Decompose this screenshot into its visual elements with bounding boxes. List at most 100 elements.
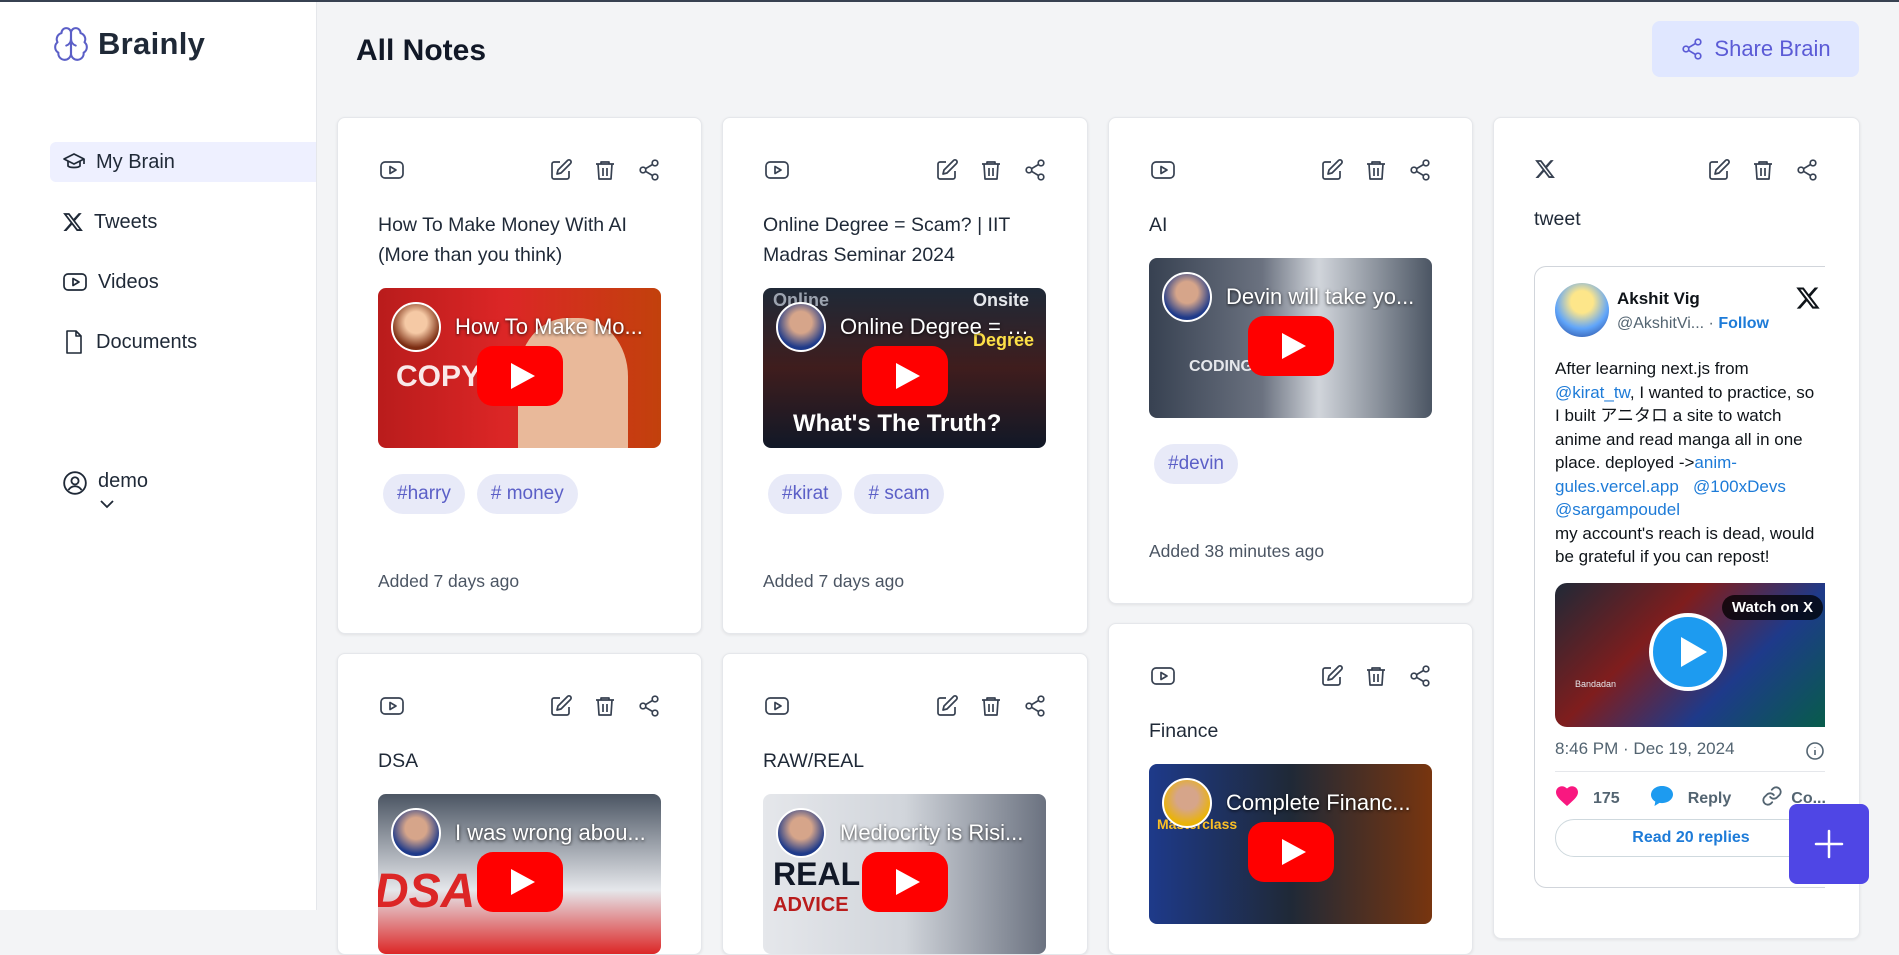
like-count: 175 (1593, 789, 1620, 807)
play-icon[interactable] (476, 852, 563, 912)
video-title: Online Degree = S... (840, 314, 1036, 339)
x-logo-icon[interactable] (1795, 285, 1821, 316)
share-icon[interactable] (637, 158, 661, 182)
edit-icon[interactable] (935, 158, 959, 182)
youtube-embed[interactable]: DSA I was wrong abou... (378, 794, 661, 954)
channel-avatar (776, 302, 826, 352)
share-icon[interactable] (1795, 158, 1819, 182)
play-icon[interactable] (861, 346, 948, 406)
play-icon[interactable] (476, 346, 563, 406)
share-icon[interactable] (637, 694, 661, 718)
share-icon[interactable] (1408, 158, 1432, 182)
tweet-author-name[interactable]: Akshit Vig (1617, 289, 1700, 309)
video-title: Devin will take yo... (1226, 284, 1415, 309)
tweet-author-handle[interactable]: @AkshitVi... (1617, 315, 1704, 332)
trash-icon[interactable] (1751, 158, 1775, 182)
follow-link[interactable]: Follow (1718, 315, 1769, 332)
youtube-embed[interactable]: Online Onsite Degree What's The Truth? O… (763, 288, 1046, 448)
share-icon[interactable] (1023, 694, 1047, 718)
sidebar-item-my-brain[interactable]: My Brain (50, 142, 316, 182)
note-card: How To Make Money With AI (More than you… (337, 117, 702, 634)
tag-list: #harry # money (383, 474, 578, 514)
card-title: RAW/REAL (763, 750, 865, 772)
play-icon[interactable] (1247, 316, 1334, 376)
play-icon[interactable] (1649, 613, 1727, 691)
added-timestamp: Added 38 minutes ago (1149, 541, 1325, 561)
info-icon[interactable] (1805, 741, 1825, 766)
tag[interactable]: #kirat (768, 474, 843, 514)
trash-icon[interactable] (593, 694, 617, 718)
edit-icon[interactable] (1707, 158, 1731, 182)
read-replies-button[interactable]: Read 20 replies (1555, 819, 1825, 857)
tag[interactable]: # money (476, 474, 578, 514)
plus-icon (1814, 829, 1844, 859)
sidebar: Brainly My Brain Tweets Videos Documents… (0, 2, 317, 910)
app-name: Brainly (98, 26, 206, 61)
sidebar-item-documents[interactable]: Documents (50, 322, 316, 362)
note-card: Finance Masterclass Complete Financ... (1108, 623, 1473, 955)
edit-icon[interactable] (1320, 158, 1344, 182)
tweet-actions: 175 Reply Co... (1555, 785, 1825, 812)
sidebar-item-tweets[interactable]: Tweets (50, 202, 316, 242)
add-content-button[interactable] (1789, 804, 1869, 884)
link-icon[interactable] (1761, 785, 1783, 812)
youtube-icon (1149, 158, 1177, 187)
share-brain-button[interactable]: Share Brain (1652, 21, 1859, 77)
youtube-embed[interactable]: REAL ADVICE Mediocrity is Risi... (763, 794, 1046, 954)
video-overlay-text: Onsite (973, 290, 1030, 310)
edit-icon[interactable] (549, 158, 573, 182)
sidebar-item-label: Tweets (94, 210, 158, 233)
tag[interactable]: # scam (854, 474, 944, 514)
share-icon[interactable] (1023, 158, 1047, 182)
mention-link[interactable]: @sargampoudel (1555, 500, 1680, 519)
tweet-text-segment: my account's reach is dead, would be gra… (1555, 523, 1815, 567)
edit-icon[interactable] (935, 694, 959, 718)
tag[interactable]: #devin (1154, 444, 1238, 484)
edit-icon[interactable] (1320, 664, 1344, 688)
mention-link[interactable]: @kirat_tw (1555, 383, 1630, 402)
channel-avatar (391, 808, 441, 858)
youtube-embed[interactable]: CODING Devin will take yo... (1149, 258, 1432, 418)
tweet-media[interactable]: Bandadan Watch on X (1555, 583, 1825, 727)
card-title: Online Degree = Scam? | IIT Madras Semin… (763, 214, 1010, 266)
trash-icon[interactable] (1364, 664, 1388, 688)
youtube-icon (378, 694, 406, 723)
youtube-embed[interactable]: Masterclass Complete Financ... (1149, 764, 1432, 924)
trash-icon[interactable] (593, 158, 617, 182)
trash-icon[interactable] (979, 694, 1003, 718)
tag-list: #kirat # scam (768, 474, 944, 514)
separator-dot: · (1708, 315, 1719, 332)
share-brain-label: Share Brain (1714, 36, 1831, 61)
watch-on-x-badge[interactable]: Watch on X (1721, 595, 1823, 620)
tag[interactable]: #harry (383, 474, 465, 514)
card-title: AI (1149, 214, 1168, 236)
user-menu[interactable]: demo (62, 470, 148, 511)
mention-link[interactable]: @100xDevs (1693, 477, 1786, 496)
sidebar-item-videos[interactable]: Videos (50, 262, 316, 302)
page-title: All Notes (356, 34, 487, 67)
video-title: Complete Financ... (1226, 790, 1411, 815)
tweet-author-avatar[interactable] (1555, 283, 1609, 337)
app-logo[interactable]: Brainly (52, 24, 205, 64)
divider (1555, 771, 1825, 772)
youtube-embed[interactable]: COPY How To Make Mo... (378, 288, 661, 448)
trash-icon[interactable] (979, 158, 1003, 182)
embedded-tweet[interactable]: Akshit Vig @AkshitVi... · Follow After l… (1534, 266, 1825, 888)
play-icon[interactable] (861, 852, 948, 912)
video-overlay-text: COPY (396, 360, 482, 393)
read-replies-label: Read 20 replies (1632, 829, 1750, 846)
video-title: How To Make Mo... (455, 314, 643, 339)
document-icon (66, 330, 82, 354)
reply-label[interactable]: Reply (1688, 790, 1732, 808)
edit-icon[interactable] (549, 694, 573, 718)
play-icon[interactable] (1247, 822, 1334, 882)
card-title: How To Make Money With AI (More than you… (378, 214, 627, 266)
chevron-down-icon[interactable] (98, 497, 116, 511)
card-title: tweet (1534, 208, 1581, 230)
share-icon[interactable] (1408, 664, 1432, 688)
tweet-text-segment: , I wanted to practice, so (1629, 382, 1815, 402)
tweet-timestamp[interactable]: 8:46 PM · Dec 19, 2024 (1555, 739, 1735, 759)
reply-icon[interactable] (1650, 785, 1674, 812)
trash-icon[interactable] (1364, 158, 1388, 182)
heart-icon[interactable] (1555, 785, 1579, 812)
